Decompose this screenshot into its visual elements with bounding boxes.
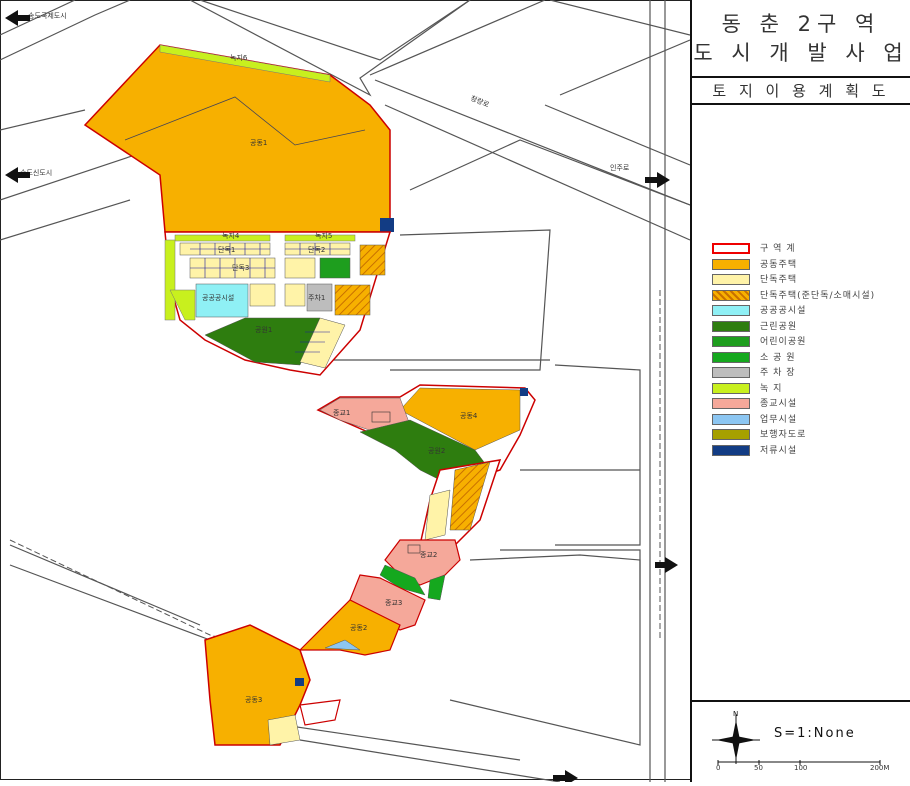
legend-label: 보행자도로 — [760, 430, 807, 440]
legend-label: 종교시설 — [760, 399, 798, 409]
arrow-west-icon — [5, 10, 30, 26]
label-parking: 주차1 — [308, 293, 325, 302]
title-box: 동 춘 2구 역 도 시 개 발 사 업 — [692, 0, 910, 78]
legend-swatch — [712, 351, 750, 363]
label-road-e: 인주로 — [610, 163, 630, 172]
label-road-nw: 송도국제도시 — [28, 12, 67, 20]
scale-tick-0: 0 — [716, 764, 721, 772]
label-apt1: 공동1 — [250, 139, 267, 147]
legend-swatch — [712, 398, 750, 409]
legend-label: 단독주택(준단독/소매시설) — [760, 290, 876, 301]
legend-label: 근린공원 — [760, 321, 798, 332]
label-religion1: 종교1 — [333, 409, 350, 417]
label-religion2: 종교2 — [420, 551, 437, 559]
arrow-east-icon — [553, 770, 578, 786]
scale-text: S=1:None — [774, 726, 856, 741]
label-house3: 단독3 — [232, 263, 249, 272]
label-house1: 단독1 — [218, 245, 235, 254]
legend-swatch — [712, 320, 750, 332]
legend-label: 어린이공원 — [760, 337, 807, 347]
legend-swatch — [712, 305, 750, 316]
label-apt3: 공동3 — [245, 696, 262, 704]
legend-panel: 동 춘 2구 역 도 시 개 발 사 업 토 지 이 용 계 획 도 구 역 계… — [690, 0, 910, 782]
legend-label: 업무시설 — [760, 414, 798, 425]
label-park2: 공원2 — [428, 446, 445, 455]
label-house2: 단독2 — [308, 245, 325, 254]
title-line1: 동 춘 2구 역 — [721, 12, 881, 36]
legend-swatch — [712, 429, 750, 440]
label-road-ne: 청량로 — [469, 94, 490, 109]
arrow-east-icon — [645, 172, 670, 188]
legend-swatch — [712, 289, 750, 301]
legend-swatch — [712, 243, 750, 254]
legend-swatch — [712, 336, 750, 347]
subtitle-box: 토 지 이 용 계 획 도 — [692, 76, 910, 105]
scale-box: N S=1:None 0 50 100 200M — [692, 700, 910, 784]
legend-label: 녹 지 — [760, 383, 783, 394]
scale-tick-200: 200M — [870, 764, 890, 772]
legend-swatch — [712, 258, 750, 270]
label-green4: 녹지4 — [222, 231, 240, 240]
legend-label: 공공공시설 — [760, 306, 807, 316]
scale-tick-50: 50 — [754, 764, 763, 772]
scale-tick-100: 100 — [794, 764, 808, 772]
label-religion3: 종교3 — [385, 599, 402, 607]
label-park1: 공원1 — [255, 325, 272, 334]
label-apt4: 공동4 — [460, 412, 478, 420]
legend-swatch — [712, 367, 750, 378]
legend-swatch — [712, 413, 750, 425]
legend-swatch — [712, 274, 750, 285]
north-arrow-icon: N — [712, 710, 760, 764]
zone-middle — [298, 384, 536, 656]
legend-label: 단독주택 — [760, 275, 798, 285]
legend-label: 주 차 장 — [760, 368, 796, 378]
map-canvas: 녹지6 공동1 녹지4 녹지5 단독1 단독2 단독3 공공공시설 주차1 공원… — [0, 0, 691, 786]
label-green5: 녹지5 — [315, 231, 332, 240]
label-apt2: 공동2 — [350, 624, 367, 632]
title-line2: 도 시 개 발 사 업 — [693, 41, 909, 65]
land-use-map: 녹지6 공동1 녹지4 녹지5 단독1 단독2 단독3 공공공시설 주차1 공원… — [0, 0, 691, 786]
legend-swatch — [712, 444, 750, 456]
label-green6: 녹지6 — [230, 53, 248, 62]
map-subtitle: 토 지 이 용 계 획 도 — [712, 82, 890, 100]
legend-label: 구 역 계 — [760, 244, 796, 254]
legend-swatch — [712, 382, 750, 394]
arrow-east-icon — [655, 557, 678, 573]
svg-text:N: N — [733, 710, 738, 718]
legend-label: 공동주택 — [760, 259, 798, 270]
label-public: 공공공시설 — [202, 294, 234, 302]
legend-label: 소 공 원 — [760, 352, 796, 363]
zone-north — [83, 44, 394, 376]
legend-label: 저류시설 — [760, 445, 798, 456]
